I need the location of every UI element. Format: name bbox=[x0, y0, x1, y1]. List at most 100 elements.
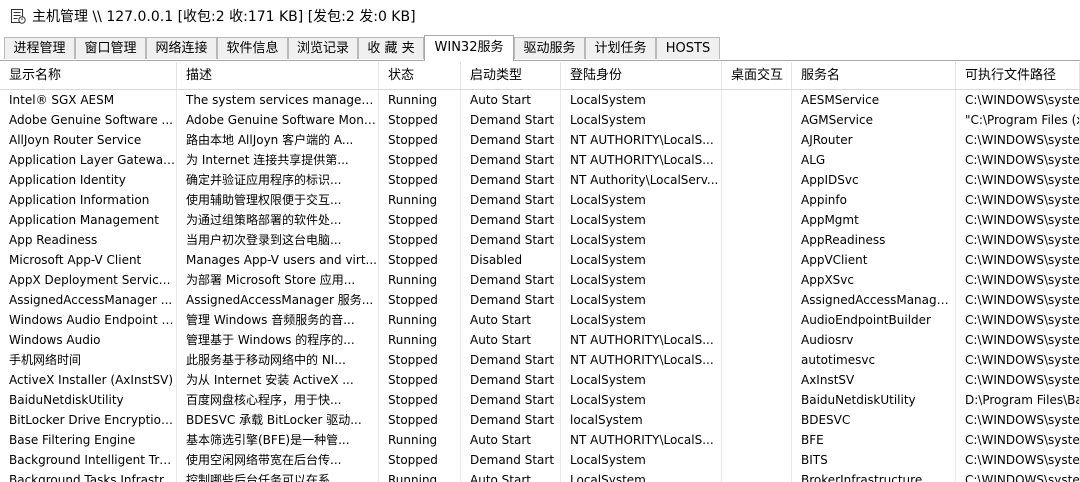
cell-description: 使用辅助管理权限便于交互... bbox=[177, 190, 379, 210]
table-row[interactable]: AllJoyn Router Service 路由本地 AllJoyn 客户端的 … bbox=[0, 130, 1080, 150]
table-row[interactable]: 手机网络时间 此服务基于移动网络中的 NI... Stopped Demand Sta… bbox=[0, 350, 1080, 370]
cell-description: 为部署 Microsoft Store 应用... bbox=[177, 270, 379, 290]
cell-display-name: AppX Deployment Service (... bbox=[0, 270, 177, 290]
cell-description: BDESVC 承载 BitLocker 驱动... bbox=[177, 410, 379, 430]
cell-exe-path: "C:\Program Files (x bbox=[956, 110, 1080, 130]
cell-display-name: Base Filtering Engine bbox=[0, 430, 177, 450]
cell-service-name: AudioEndpointBuilder bbox=[792, 310, 956, 330]
table-row[interactable]: Background Tasks Infrastr... 控制哪些后台任务可以在系… bbox=[0, 470, 1080, 482]
cell-start-type: Demand Start bbox=[461, 150, 561, 170]
table-row[interactable]: Base Filtering Engine 基本筛选引擎(BFE)是一种管... R… bbox=[0, 430, 1080, 450]
window-title: 主机管理 \\ 127.0.0.1 [收包:2 收:171 KB] [发包:2 … bbox=[32, 9, 416, 25]
tab-9[interactable]: HOSTS bbox=[656, 37, 720, 59]
cell-service-name: BITS bbox=[792, 450, 956, 470]
table-row[interactable]: Background Intelligent Tra... 使用空闲网络带宽在后台… bbox=[0, 450, 1080, 470]
cell-desktop-interact bbox=[722, 210, 792, 230]
cell-logon-as: NT AUTHORITY\LocalS... bbox=[561, 150, 722, 170]
tab-1[interactable]: 窗口管理 bbox=[75, 37, 146, 59]
cell-desktop-interact bbox=[722, 110, 792, 130]
tab-4[interactable]: 浏览记录 bbox=[288, 37, 358, 59]
cell-desktop-interact bbox=[722, 130, 792, 150]
cell-description: 此服务基于移动网络中的 NI... bbox=[177, 350, 379, 370]
table-row[interactable]: Application Information 使用辅助管理权限便于交互... Ru… bbox=[0, 190, 1080, 210]
cell-status: Stopped bbox=[379, 110, 461, 130]
cell-start-type: Auto Start bbox=[461, 330, 561, 350]
column-header-description[interactable]: 描述 bbox=[177, 62, 379, 89]
cell-logon-as: LocalSystem bbox=[561, 450, 722, 470]
cell-display-name: App Readiness bbox=[0, 230, 177, 250]
cell-desktop-interact bbox=[722, 230, 792, 250]
cell-start-type: Demand Start bbox=[461, 130, 561, 150]
cell-exe-path: C:\WINDOWS\syste bbox=[956, 330, 1080, 350]
cell-display-name: ActiveX Installer (AxInstSV) bbox=[0, 370, 177, 390]
column-header-service-name[interactable]: 服务名 bbox=[792, 62, 956, 89]
table-row[interactable]: Intel® SGX AESM The system services manag… bbox=[0, 90, 1080, 110]
column-header-desktop-interact[interactable]: 桌面交互 bbox=[722, 62, 792, 89]
cell-exe-path: C:\WINDOWS\syste bbox=[956, 230, 1080, 250]
cell-start-type: Demand Start bbox=[461, 390, 561, 410]
cell-status: Stopped bbox=[379, 150, 461, 170]
table-row[interactable]: AppX Deployment Service (... 为部署 Microsof… bbox=[0, 270, 1080, 290]
tab-3[interactable]: 软件信息 bbox=[217, 37, 288, 59]
table-row[interactable]: Application Management 为通过组策略部署的软件处... Sto… bbox=[0, 210, 1080, 230]
cell-desktop-interact bbox=[722, 450, 792, 470]
cell-start-type: Demand Start bbox=[461, 210, 561, 230]
table-row[interactable]: Application Identity 确定并验证应用程序的标识... Stopp… bbox=[0, 170, 1080, 190]
cell-description: 管理基于 Windows 的程序的... bbox=[177, 330, 379, 350]
tab-bar: 进程管理 窗口管理 网络连接 软件信息 浏览记录收 藏 夹 WIN32服务 驱动服务 计划任务… bbox=[0, 35, 1080, 61]
cell-desktop-interact bbox=[722, 350, 792, 370]
title-bar: 主机管理 \\ 127.0.0.1 [收包:2 收:171 KB] [发包:2 … bbox=[0, 0, 1080, 32]
column-header-logon-as[interactable]: 登陆身份 bbox=[561, 62, 722, 89]
services-table[interactable]: 显示名称 描述 状态 启动类型 登陆身份 桌面交互 服务名 可执行文件路径 Intel® SG… bbox=[0, 62, 1080, 482]
column-header-display-name[interactable]: 显示名称 bbox=[0, 62, 177, 89]
tab-0[interactable]: 进程管理 bbox=[4, 37, 75, 59]
table-row[interactable]: Application Layer Gateway... 为 Internet 连… bbox=[0, 150, 1080, 170]
cell-service-name: AppXSvc bbox=[792, 270, 956, 290]
cell-service-name: AxInstSV bbox=[792, 370, 956, 390]
tab-7[interactable]: 驱动服务 bbox=[514, 37, 585, 59]
cell-exe-path: C:\WINDOWS\syste bbox=[956, 470, 1080, 482]
table-row[interactable]: BitLocker Drive Encryption ... BDESVC 承载 … bbox=[0, 410, 1080, 430]
cell-logon-as: NT AUTHORITY\LocalS... bbox=[561, 130, 722, 150]
column-header-exe-path[interactable]: 可执行文件路径 bbox=[956, 62, 1080, 89]
cell-exe-path: C:\WINDOWS\syste bbox=[956, 250, 1080, 270]
tab-6[interactable]: WIN32服务 bbox=[424, 35, 514, 61]
cell-service-name: BDESVC bbox=[792, 410, 956, 430]
cell-service-name: AppReadiness bbox=[792, 230, 956, 250]
column-header-start-type[interactable]: 启动类型 bbox=[461, 62, 561, 89]
table-row[interactable]: App Readiness 当用户初次登录到这台电脑... Stopped Deman… bbox=[0, 230, 1080, 250]
table-row[interactable]: AssignedAccessManager ... AssignedAccessM… bbox=[0, 290, 1080, 310]
cell-display-name: BaiduNetdiskUtility bbox=[0, 390, 177, 410]
cell-description: 管理 Windows 音频服务的音... bbox=[177, 310, 379, 330]
cell-description: AssignedAccessManager 服务... bbox=[177, 290, 379, 310]
cell-status: Stopped bbox=[379, 410, 461, 430]
table-row[interactable]: BaiduNetdiskUtility 百度网盘核心程序，用于快... Stoppe… bbox=[0, 390, 1080, 410]
cell-status: Stopped bbox=[379, 210, 461, 230]
cell-exe-path: C:\WINDOWS\syste bbox=[956, 170, 1080, 190]
tab-8[interactable]: 计划任务 bbox=[585, 37, 656, 59]
table-row[interactable]: ActiveX Installer (AxInstSV) 为从 Internet … bbox=[0, 370, 1080, 390]
cell-description: 路由本地 AllJoyn 客户端的 A... bbox=[177, 130, 379, 150]
cell-display-name: Application Identity bbox=[0, 170, 177, 190]
column-header-status[interactable]: 状态 bbox=[379, 62, 461, 89]
table-row[interactable]: Windows Audio Endpoint B... 管理 Windows 音频… bbox=[0, 310, 1080, 330]
tab-5[interactable]: 收 藏 夹 bbox=[358, 37, 424, 59]
cell-logon-as: LocalSystem bbox=[561, 210, 722, 230]
tab-2[interactable]: 网络连接 bbox=[146, 37, 217, 59]
cell-exe-path: C:\WINDOWS\syste bbox=[956, 350, 1080, 370]
table-row[interactable]: Microsoft App-V Client Manages App-V user… bbox=[0, 250, 1080, 270]
table-row[interactable]: Adobe Genuine Software ... Adobe Genuine … bbox=[0, 110, 1080, 130]
cell-status: Stopped bbox=[379, 230, 461, 250]
cell-start-type: Demand Start bbox=[461, 190, 561, 210]
table-row[interactable]: Windows Audio 管理基于 Windows 的程序的... Running… bbox=[0, 330, 1080, 350]
cell-logon-as: LocalSystem bbox=[561, 90, 722, 110]
cell-exe-path: C:\WINDOWS\syste bbox=[956, 450, 1080, 470]
cell-status: Running bbox=[379, 90, 461, 110]
cell-display-name: Application Management bbox=[0, 210, 177, 230]
cell-logon-as: NT AUTHORITY\LocalS... bbox=[561, 430, 722, 450]
cell-logon-as: NT AUTHORITY\LocalS... bbox=[561, 350, 722, 370]
cell-status: Stopped bbox=[379, 370, 461, 390]
cell-service-name: ALG bbox=[792, 150, 956, 170]
cell-description: 为通过组策略部署的软件处... bbox=[177, 210, 379, 230]
cell-service-name: autotimesvc bbox=[792, 350, 956, 370]
